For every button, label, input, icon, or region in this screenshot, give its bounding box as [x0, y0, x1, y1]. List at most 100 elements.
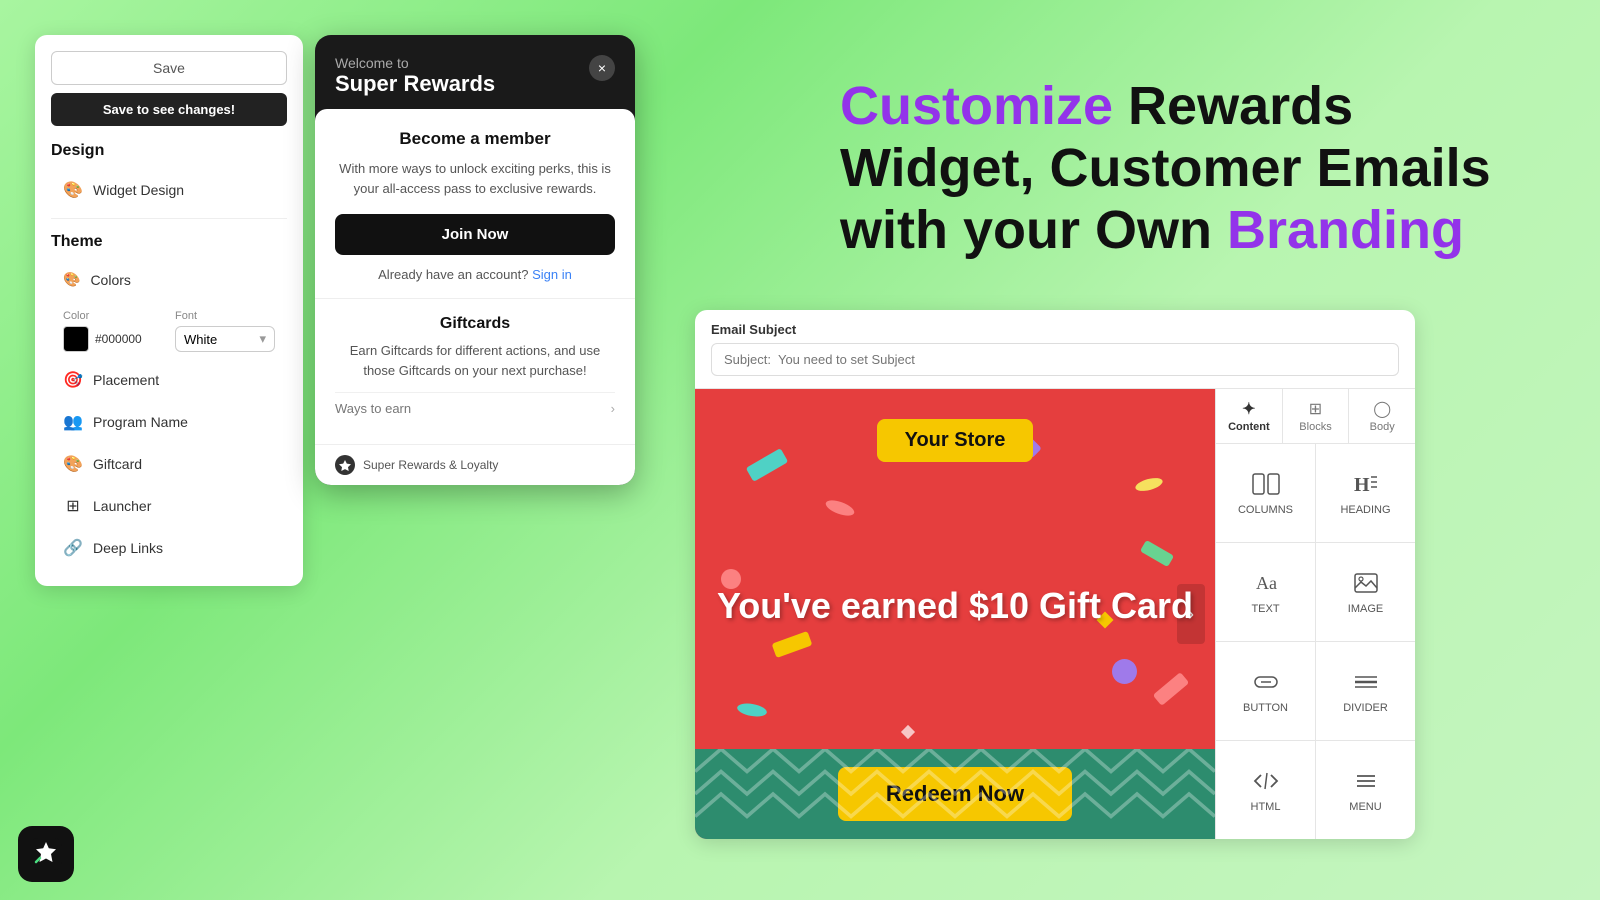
modal-header: Welcome to Super Rewards × — [315, 35, 635, 109]
menu-icon — [1352, 767, 1380, 795]
giftcards-title: Giftcards — [335, 315, 615, 333]
brand-footer-icon — [335, 455, 355, 475]
color-swatch[interactable] — [63, 326, 89, 352]
launcher-item[interactable]: ⊞ Launcher — [51, 486, 287, 526]
headline-rewards: Rewards — [1113, 76, 1353, 136]
tools-grid: COLUMNS H HEADING — [1216, 444, 1415, 839]
divider-1 — [51, 218, 287, 219]
subject-label: Email Subject — [711, 322, 796, 337]
heading-label: HEADING — [1340, 504, 1390, 516]
become-member-desc: With more ways to unlock exciting perks,… — [335, 159, 615, 198]
modal-close-button[interactable]: × — [589, 55, 615, 81]
button-icon — [1252, 668, 1280, 696]
text-icon: Aa — [1252, 569, 1280, 597]
join-now-button[interactable]: Join Now — [335, 214, 615, 255]
widget-modal: Welcome to Super Rewards × Become a memb… — [315, 35, 635, 485]
earned-text: You've earned $10 Gift Card — [697, 584, 1213, 627]
html-icon — [1252, 767, 1280, 795]
tool-button[interactable]: BUTTON — [1216, 642, 1315, 740]
tool-heading[interactable]: H HEADING — [1316, 444, 1415, 542]
tool-image[interactable]: IMAGE — [1316, 543, 1415, 641]
headline-branding: Branding — [1227, 200, 1464, 260]
color-col: Color #000000 — [63, 310, 163, 352]
tool-divider[interactable]: DIVIDER — [1316, 642, 1415, 740]
tab-blocks[interactable]: ⊞ Blocks — [1283, 389, 1350, 443]
color-font-row: Color #000000 Font White ▾ — [51, 306, 287, 360]
placement-label: Placement — [93, 372, 159, 388]
save-button[interactable]: Save — [51, 51, 287, 85]
colors-icon: 🎨 — [63, 271, 80, 288]
font-col: Font White ▾ — [175, 310, 275, 352]
save-changes-button[interactable]: Save to see changes! — [51, 93, 287, 126]
columns-icon — [1252, 470, 1280, 498]
program-name-item[interactable]: 👥 Program Name — [51, 402, 287, 442]
people-icon: 👥 — [63, 412, 83, 432]
blocks-icon: ⊞ — [1289, 399, 1343, 419]
redeem-section: Redeem Now — [695, 749, 1215, 839]
color-swatch-row: #000000 — [63, 326, 163, 352]
ways-to-earn: Ways to earn › — [335, 392, 615, 424]
design-section-title: Design — [51, 142, 287, 160]
placement-icon: 🎯 — [63, 370, 83, 390]
deep-links-label: Deep Links — [93, 540, 163, 556]
giftcards-section: Giftcards Earn Giftcards for different a… — [335, 315, 615, 424]
columns-label: COLUMNS — [1238, 504, 1293, 516]
store-badge: Your Store — [877, 419, 1034, 462]
email-preview: Your Store You've earned $10 Gift Card R… — [695, 389, 1215, 839]
launcher-label: Launcher — [93, 498, 151, 514]
colors-label: Colors — [90, 272, 130, 288]
font-label: Font — [175, 310, 275, 322]
font-value: White — [184, 332, 217, 347]
theme-title: Theme — [51, 233, 287, 251]
color-label: Color — [63, 310, 163, 322]
tab-body[interactable]: ◯ Body — [1349, 389, 1415, 443]
tool-html[interactable]: HTML — [1216, 741, 1315, 839]
headline-text: Customize Rewards Widget, Customer Email… — [840, 75, 1540, 261]
email-subject-input[interactable] — [711, 343, 1399, 376]
image-icon — [1352, 569, 1380, 597]
colors-item[interactable]: 🎨 Colors — [51, 261, 287, 298]
menu-label: MENU — [1349, 801, 1381, 813]
deep-links-item[interactable]: 🔗 Deep Links — [51, 528, 287, 568]
modal-footer: Super Rewards & Loyalty — [315, 444, 635, 485]
headline-purple: Customize — [840, 76, 1113, 136]
content-icon: ✦ — [1222, 399, 1276, 419]
modal-body: Become a member With more ways to unlock… — [315, 109, 635, 444]
left-panel: Save Save to see changes! Design 🎨 Widge… — [35, 35, 303, 586]
tool-menu[interactable]: MENU — [1316, 741, 1415, 839]
image-label: IMAGE — [1348, 603, 1383, 615]
footer-brand-text: Super Rewards & Loyalty — [363, 458, 498, 472]
tool-text[interactable]: Aa TEXT — [1216, 543, 1315, 641]
headline-line2: Widget, Customer Emails — [840, 138, 1491, 198]
become-member-title: Become a member — [335, 129, 615, 149]
headline-section: Customize Rewards Widget, Customer Email… — [780, 35, 1600, 281]
sign-in-row: Already have an account? Sign in — [335, 267, 615, 298]
launcher-icon: ⊞ — [63, 496, 83, 516]
welcome-small: Welcome to — [335, 55, 495, 71]
link-icon: 🔗 — [63, 538, 83, 558]
color-hex-value: #000000 — [95, 332, 142, 346]
tab-blocks-label: Blocks — [1299, 421, 1331, 433]
widget-design-label: Widget Design — [93, 182, 184, 198]
chevron-down-icon: ▾ — [259, 331, 266, 347]
already-text: Already have an account? — [378, 267, 528, 282]
body-icon: ◯ — [1355, 399, 1409, 419]
email-subject-bar: Email Subject — [695, 310, 1415, 389]
tab-body-label: Body — [1370, 421, 1395, 433]
tool-columns[interactable]: COLUMNS — [1216, 444, 1315, 542]
html-label: HTML — [1251, 801, 1281, 813]
sidebar-tabs: ✦ Content ⊞ Blocks ◯ Body — [1216, 389, 1415, 444]
widget-design-item[interactable]: 🎨 Widget Design — [51, 170, 287, 210]
giftcard-item[interactable]: 🎨 Giftcard — [51, 444, 287, 484]
placement-item[interactable]: 🎯 Placement — [51, 360, 287, 400]
svg-text:Aa: Aa — [1256, 573, 1277, 593]
brand-icon[interactable] — [18, 826, 74, 882]
giftcard-label: Giftcard — [93, 456, 142, 472]
email-content-area: Your Store You've earned $10 Gift Card R… — [695, 389, 1415, 839]
welcome-large: Super Rewards — [335, 71, 495, 97]
button-label: BUTTON — [1243, 702, 1288, 714]
tab-content-label: Content — [1228, 421, 1270, 433]
sign-in-link[interactable]: Sign in — [532, 267, 572, 282]
tab-content[interactable]: ✦ Content — [1216, 389, 1283, 443]
font-select[interactable]: White ▾ — [175, 326, 275, 352]
